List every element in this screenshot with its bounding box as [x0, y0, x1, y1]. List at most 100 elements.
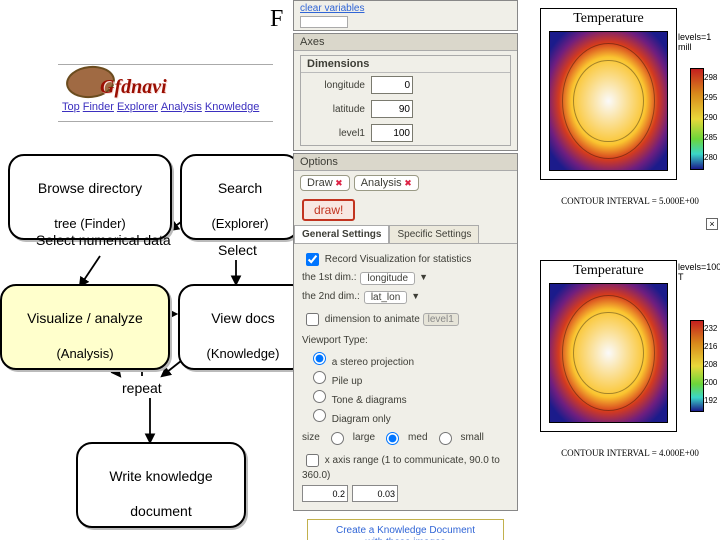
chart2-title: Temperature [541, 263, 676, 279]
stray-letter: F [270, 6, 283, 33]
variable-slot[interactable] [300, 16, 348, 28]
options-header: Options [294, 154, 517, 171]
chart1-caption: CONTOUR INTERVAL = 5.000E+00 [540, 196, 720, 206]
gfdnavi-nav[interactable]: Top Finder Explorer Analysis Knowledge [62, 101, 272, 119]
dim-row-latitude: latitude [301, 97, 510, 121]
radio-size-small[interactable] [439, 432, 452, 445]
level-input[interactable] [371, 124, 413, 142]
chart1-colorbar-ticks: 298 295 290 285 280 [704, 68, 717, 168]
radio-pile-up[interactable] [313, 371, 326, 384]
range-to-input[interactable] [352, 485, 398, 502]
dimensions-header: Dimensions [301, 56, 510, 73]
chart1-canvas [549, 31, 668, 171]
radio-size-large[interactable] [331, 432, 344, 445]
size-large-label: large [353, 432, 375, 443]
radio-stereo-label: a stereo projection [332, 357, 414, 368]
nav-link-explorer[interactable]: Explorer [117, 101, 158, 119]
tab-draw[interactable]: Draw [300, 175, 350, 191]
anim-checkbox[interactable] [306, 313, 319, 326]
record-label: Record Visualization for statistics [325, 254, 472, 265]
range-label: x axis range (1 to communicate, 90.0 to … [302, 455, 500, 481]
radio-size-med[interactable] [386, 432, 399, 445]
dim-row-longitude: longitude [301, 73, 510, 97]
chart1-title: Temperature [541, 11, 676, 27]
close-icon[interactable]: × [706, 218, 718, 230]
tab-specific-settings[interactable]: Specific Settings [389, 225, 479, 243]
dim2-value[interactable]: lat_lon [364, 291, 407, 304]
dim-row-level: level1 [301, 121, 510, 145]
chart2-canvas [549, 283, 668, 423]
tab-analysis[interactable]: Analysis [354, 175, 419, 191]
flow-vis-line1: Visualize / analyze [27, 310, 143, 326]
range-checkbox[interactable] [306, 454, 319, 467]
radio-pile-label: Pile up [332, 376, 363, 387]
latitude-input[interactable] [371, 100, 413, 118]
flow-view-line1: View docs [211, 310, 275, 326]
anim-value[interactable]: level1 [423, 313, 459, 326]
record-checkbox[interactable] [306, 253, 319, 266]
chevron-down-icon[interactable]: ▼ [419, 272, 428, 285]
range-inputs [302, 483, 509, 504]
settings-tabs: General Settings Specific Settings [294, 225, 517, 244]
dim1-value[interactable]: longitude [360, 272, 415, 285]
knowledge-btn-line1: Create a Knowledge Document [336, 525, 475, 536]
flow-write-knowledge: Write knowledge document [76, 442, 246, 528]
flow-view-docs: View docs (Knowledge) [178, 284, 308, 370]
radio-diagram-only[interactable] [313, 409, 326, 422]
temperature-chart-2: Temperature [540, 260, 677, 432]
radio-stereo-projection[interactable] [313, 352, 326, 365]
record-row: Record Visualization for statistics [302, 250, 509, 269]
chart2-colorbar-ticks: 232 216 208 200 192 [704, 320, 717, 410]
size-small-label: small [461, 432, 484, 443]
radio-diag-label: Diagram only [332, 414, 391, 425]
panel-options: Options Draw Analysis draw! General Sett… [293, 153, 518, 511]
flow-write-line2: document [130, 503, 191, 519]
range-from-input[interactable] [302, 485, 348, 502]
nav-link-finder[interactable]: Finder [83, 101, 114, 119]
create-knowledge-button[interactable]: Create a Knowledge Document with these i… [307, 519, 504, 540]
flow-browse-directory: Browse directory tree (Finder) [8, 154, 172, 240]
anim-label: dimension to animate [325, 314, 420, 325]
latitude-label: latitude [311, 104, 365, 115]
range-row: x axis range (1 to communicate, 90.0 to … [302, 449, 509, 483]
chevron-down-icon[interactable]: ▼ [411, 291, 420, 304]
flow-repeat-label: repeat [122, 380, 162, 396]
clear-variables-link[interactable]: clear variables [300, 3, 364, 14]
panel-axes: Axes Dimensions longitude latitude level… [293, 33, 518, 151]
flow-browse-line1: Browse directory [38, 180, 142, 196]
nav-link-knowledge[interactable]: Knowledge [205, 101, 259, 119]
vtype-radio-group: a stereo projection Pile up Tone & diagr… [302, 349, 509, 425]
size-label: size [302, 432, 320, 443]
options-tabs: Draw Analysis [294, 171, 517, 195]
chart1-colorbar [690, 68, 704, 170]
flow-search: Search (Explorer) [180, 154, 300, 240]
size-med-label: med [408, 432, 427, 443]
temperature-chart-1: Temperature [540, 8, 677, 180]
radio-tone-label: Tone & diagrams [332, 395, 407, 406]
axes-header: Axes [294, 34, 517, 51]
knowledge-button-wrap: Create a Knowledge Document with these i… [293, 511, 518, 540]
nav-link-top[interactable]: Top [62, 101, 80, 119]
dim1-row: the 1st dim.: longitude ▼ [302, 269, 509, 288]
tab-general-settings[interactable]: General Settings [294, 225, 389, 243]
nav-link-analysis[interactable]: Analysis [161, 101, 202, 119]
flow-visualize-analyze: Visualize / analyze (Analysis) [0, 284, 170, 370]
chart1-subtitle: levels=1 mill [678, 32, 720, 52]
flow-search-line1: Search [218, 180, 262, 196]
flow-view-line2: (Knowledge) [207, 346, 280, 361]
gfdnavi-title: Gfdnavi [100, 76, 167, 99]
flow-browse-line2: tree (Finder) [54, 216, 126, 231]
anim-row: dimension to animate level1 [302, 307, 509, 332]
panel-variables: clear variables [293, 0, 518, 31]
longitude-label: longitude [311, 80, 365, 91]
chart2-subtitle: levels=100 T [678, 262, 720, 282]
chart2-colorbar [690, 320, 704, 412]
flow-write-line1: Write knowledge [109, 468, 212, 484]
draw-button[interactable]: draw! [302, 199, 355, 221]
dim2-label: the 2nd dim.: [302, 291, 360, 304]
longitude-input[interactable] [371, 76, 413, 94]
radio-tone-diagrams[interactable] [313, 390, 326, 403]
flow-search-line2: (Explorer) [211, 216, 268, 231]
flow-select-label: Select [218, 242, 257, 258]
size-row: size large med small [302, 425, 509, 449]
